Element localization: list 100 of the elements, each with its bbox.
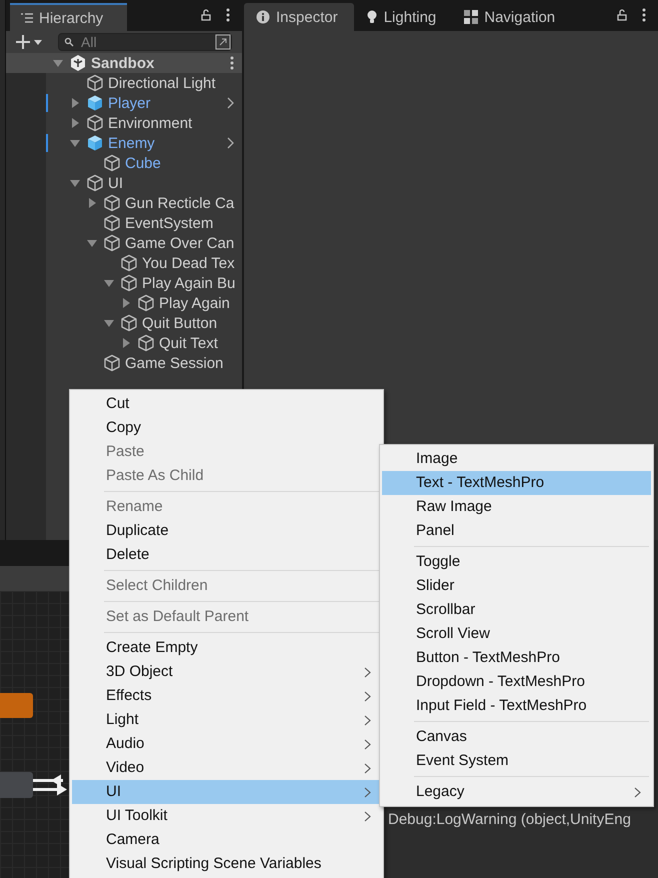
item-label: You Dead Tex bbox=[142, 254, 235, 272]
cube-icon bbox=[120, 254, 138, 272]
menu-item[interactable]: Scrollbar bbox=[382, 598, 651, 622]
menu-item[interactable]: Dropdown - TextMeshPro bbox=[382, 670, 651, 694]
hierarchy-item[interactable]: Game Over Can bbox=[46, 233, 242, 253]
menu-item[interactable]: 3D Object bbox=[72, 660, 381, 684]
menu-item[interactable]: Event System bbox=[382, 749, 651, 773]
menu-item[interactable]: Copy bbox=[72, 416, 381, 440]
console-message[interactable]: Debug:LogWarning (object,UnityEng bbox=[388, 811, 631, 828]
menu-item[interactable]: Canvas bbox=[382, 725, 651, 749]
hierarchy-item[interactable]: Quit Text bbox=[46, 333, 242, 353]
search-field[interactable]: All bbox=[58, 33, 232, 51]
foldout-arrow-icon[interactable] bbox=[86, 237, 98, 249]
foldout-arrow-icon[interactable] bbox=[69, 177, 81, 189]
more-icon[interactable] bbox=[226, 8, 230, 22]
item-label: Quit Text bbox=[159, 334, 218, 352]
chevron-right-icon bbox=[364, 787, 371, 798]
hierarchy-item[interactable]: You Dead Tex bbox=[46, 253, 242, 273]
chevron-right-icon bbox=[634, 787, 641, 798]
hierarchy-item[interactable]: Quit Button bbox=[46, 313, 242, 333]
info-icon bbox=[256, 10, 270, 24]
cube-icon bbox=[86, 174, 104, 192]
cube-icon bbox=[120, 314, 138, 332]
cube-icon bbox=[86, 114, 104, 132]
item-label: Directional Light bbox=[108, 74, 216, 92]
foldout-arrow-icon[interactable] bbox=[69, 137, 81, 149]
menu-item[interactable]: Legacy bbox=[382, 780, 651, 804]
add-icon[interactable] bbox=[16, 35, 44, 49]
menu-item[interactable]: Input Field - TextMeshPro bbox=[382, 694, 651, 718]
menu-item[interactable]: Camera bbox=[72, 828, 381, 852]
menu-item[interactable]: Audio bbox=[72, 732, 381, 756]
foldout-arrow-icon[interactable] bbox=[69, 117, 81, 129]
panel-tab[interactable]: Inspector bbox=[244, 3, 354, 31]
item-label: Gun Recticle Ca bbox=[125, 194, 234, 212]
hierarchy-item[interactable]: Sandbox bbox=[6, 53, 242, 73]
menu-item[interactable]: Text - TextMeshPro bbox=[382, 471, 651, 495]
hierarchy-item[interactable]: Gun Recticle Ca bbox=[46, 193, 242, 213]
hierarchy-item[interactable]: Play Again Bu bbox=[46, 273, 242, 293]
item-label: Quit Button bbox=[142, 314, 218, 332]
more-icon[interactable] bbox=[230, 56, 234, 70]
chevron-right-icon bbox=[364, 691, 371, 702]
item-label: Play Again Bu bbox=[142, 274, 236, 292]
hierarchy-item[interactable]: Player bbox=[46, 93, 242, 113]
menu-item[interactable]: UI bbox=[72, 780, 381, 804]
menu-item[interactable]: Slider bbox=[382, 574, 651, 598]
connector-drawing bbox=[33, 772, 69, 798]
graph-node[interactable] bbox=[0, 693, 33, 718]
cube-icon bbox=[120, 274, 138, 292]
cube-icon bbox=[103, 154, 121, 172]
chevron-right-icon[interactable] bbox=[226, 137, 234, 149]
more-icon[interactable] bbox=[642, 8, 646, 22]
menu-item[interactable]: Duplicate bbox=[72, 519, 381, 543]
menu-item[interactable]: Toggle bbox=[382, 550, 651, 574]
menu-item[interactable]: Light bbox=[72, 708, 381, 732]
hierarchy-item[interactable]: Game Session bbox=[46, 353, 242, 373]
foldout-arrow-icon[interactable] bbox=[86, 197, 98, 209]
lock-icon[interactable] bbox=[200, 9, 212, 21]
chevron-right-icon bbox=[364, 763, 371, 774]
hierarchy-item[interactable]: Play Again bbox=[46, 293, 242, 313]
cube-icon bbox=[137, 294, 155, 312]
menu-item[interactable]: Panel bbox=[382, 519, 651, 543]
menu-item[interactable]: Effects bbox=[72, 684, 381, 708]
hierarchy-item[interactable]: EventSystem bbox=[46, 213, 242, 233]
foldout-arrow-icon[interactable] bbox=[120, 297, 132, 309]
expand-icon[interactable] bbox=[215, 34, 231, 50]
menu-item[interactable]: Video bbox=[72, 756, 381, 780]
scene-icon bbox=[69, 54, 87, 72]
list-icon bbox=[20, 12, 34, 24]
item-label: Environment bbox=[108, 114, 192, 132]
graph-node[interactable] bbox=[0, 772, 33, 798]
menu-item[interactable]: Visual Scripting Scene Variables bbox=[72, 852, 381, 876]
foldout-arrow-icon[interactable] bbox=[103, 277, 115, 289]
menu-item[interactable]: Scroll View bbox=[382, 622, 651, 646]
item-label: EventSystem bbox=[125, 214, 214, 232]
foldout-arrow-icon[interactable] bbox=[52, 57, 64, 69]
menu-item[interactable]: Image bbox=[382, 447, 651, 471]
hierarchy-item[interactable]: Environment bbox=[46, 113, 242, 133]
menu-item[interactable]: UI Toolkit bbox=[72, 804, 381, 828]
hierarchy-tab[interactable]: Hierarchy bbox=[10, 3, 127, 31]
hierarchy-item[interactable]: Directional Light bbox=[46, 73, 242, 93]
menu-item[interactable]: Cut bbox=[72, 392, 381, 416]
menu-item[interactable]: Create Empty bbox=[72, 636, 381, 660]
foldout-arrow-icon[interactable] bbox=[103, 317, 115, 329]
search-icon bbox=[64, 37, 76, 47]
chevron-right-icon[interactable] bbox=[226, 97, 234, 109]
item-label: Player bbox=[108, 94, 151, 112]
menu-item[interactable]: Raw Image bbox=[382, 495, 651, 519]
item-label: Sandbox bbox=[91, 54, 154, 72]
foldout-arrow-icon[interactable] bbox=[69, 97, 81, 109]
foldout-arrow-icon[interactable] bbox=[120, 337, 132, 349]
hierarchy-item[interactable]: Enemy bbox=[46, 133, 242, 153]
cube-icon bbox=[86, 94, 104, 112]
menu-item[interactable]: Button - TextMeshPro bbox=[382, 646, 651, 670]
cube-icon bbox=[86, 74, 104, 92]
hierarchy-item[interactable]: Cube bbox=[46, 153, 242, 173]
prefab-marker bbox=[46, 134, 48, 152]
hierarchy-item[interactable]: UI bbox=[46, 173, 242, 193]
lock-icon[interactable] bbox=[616, 9, 628, 21]
menu-item[interactable]: Delete bbox=[72, 543, 381, 567]
grid-icon bbox=[464, 10, 478, 24]
